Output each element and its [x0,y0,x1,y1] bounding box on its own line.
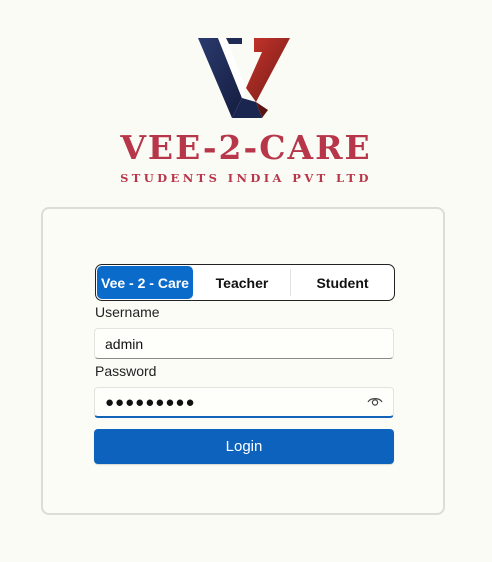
brand-subtitle: STUDENTS INDIA PVT LTD [120,171,372,185]
brand-name: VEE-2-CARE [120,128,372,167]
password-value: ●●●●●●●●● [105,393,196,411]
tab-teacher[interactable]: Teacher [194,265,290,300]
tab-student[interactable]: Student [291,265,394,300]
password-field[interactable]: ●●●●●●●●● [94,387,394,418]
username-label: Username [95,304,160,320]
v-monogram-logo [198,38,290,118]
eye-icon[interactable] [363,390,387,414]
username-field[interactable]: admin [94,328,394,359]
tab-vee-2-care[interactable]: Vee - 2 - Care [97,266,193,299]
login-card [41,207,445,515]
username-value: admin [105,335,144,352]
role-tabs: Vee - 2 - Care Teacher Student [95,264,395,301]
password-label: Password [95,363,157,379]
login-button[interactable]: Login [94,429,394,464]
